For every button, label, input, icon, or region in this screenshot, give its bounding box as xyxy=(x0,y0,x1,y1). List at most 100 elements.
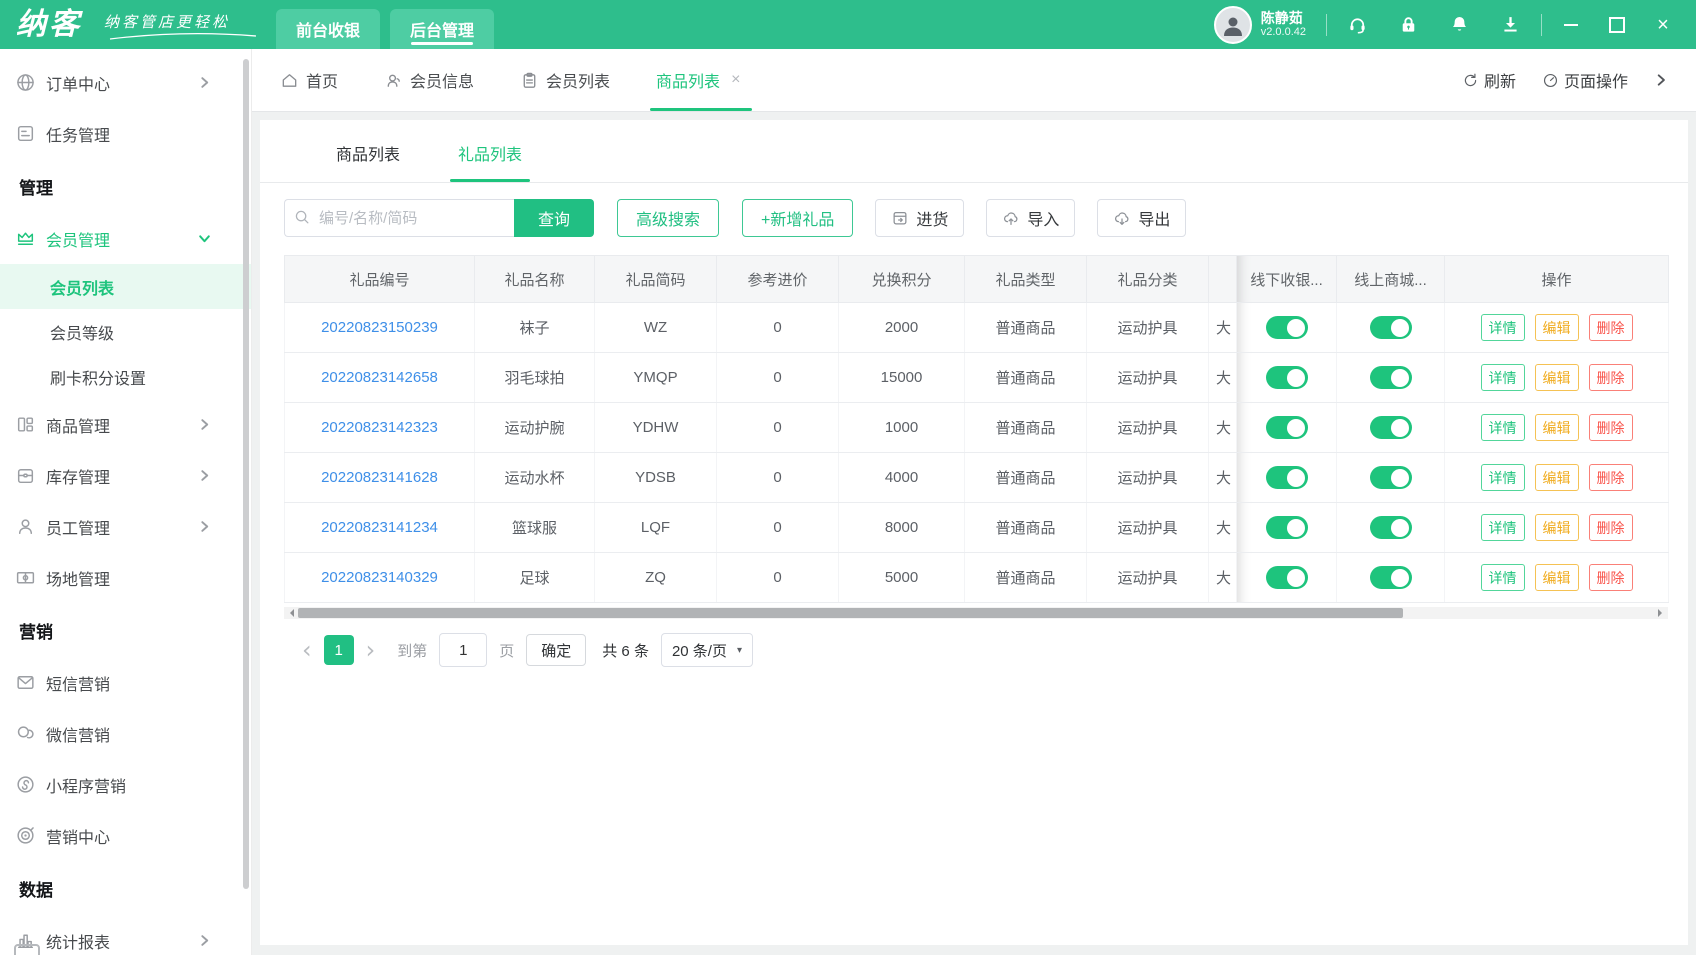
sidebar-item[interactable]: 订单中心 xyxy=(0,57,251,108)
offline-cashier-toggle[interactable] xyxy=(1266,466,1308,489)
purchase-button[interactable]: 进货 xyxy=(875,199,964,237)
delete-button[interactable]: 删除 xyxy=(1589,314,1633,341)
offline-toggle-cell xyxy=(1237,403,1337,453)
breadcrumb-tab[interactable]: 会员列表 xyxy=(520,49,610,111)
online-mall-toggle[interactable] xyxy=(1370,516,1412,539)
offline-cashier-toggle[interactable] xyxy=(1266,366,1308,389)
detail-button[interactable]: 详情 xyxy=(1481,364,1525,391)
gift-no-link[interactable]: 20220823141234 xyxy=(285,503,475,553)
minimize-button[interactable] xyxy=(1562,16,1580,34)
maximize-button[interactable] xyxy=(1608,16,1626,34)
detail-button[interactable]: 详情 xyxy=(1481,564,1525,591)
detail-button[interactable]: 详情 xyxy=(1481,464,1525,491)
gift-no-link[interactable]: 20220823150239 xyxy=(285,303,475,353)
offline-cashier-toggle[interactable] xyxy=(1266,316,1308,339)
online-mall-toggle[interactable] xyxy=(1370,316,1412,339)
breadcrumb-tab-label: 会员信息 xyxy=(410,68,474,92)
current-page-button[interactable]: 1 xyxy=(324,635,354,665)
avatar[interactable] xyxy=(1214,6,1252,44)
edit-button[interactable]: 编辑 xyxy=(1535,364,1579,391)
export-button[interactable]: 导出 xyxy=(1097,199,1186,237)
sidebar-item[interactable]: 场地管理 xyxy=(0,552,251,603)
detail-button[interactable]: 详情 xyxy=(1481,414,1525,441)
advanced-search-button[interactable]: 高级搜索 xyxy=(617,199,719,237)
tab-gift-list[interactable]: 礼品列表 xyxy=(458,141,522,182)
download-icon[interactable] xyxy=(1500,14,1521,35)
sidebar-item[interactable]: 微信营销 xyxy=(0,708,251,759)
add-gift-button[interactable]: +新增礼品 xyxy=(742,199,853,237)
sidebar-item[interactable]: 短信营销 xyxy=(0,657,251,708)
offline-cashier-toggle[interactable] xyxy=(1266,566,1308,589)
app-logo: 纳客 xyxy=(16,10,82,40)
tab-goods-list[interactable]: 商品列表 xyxy=(336,141,400,182)
edit-button[interactable]: 编辑 xyxy=(1535,464,1579,491)
close-button[interactable]: × xyxy=(1654,16,1672,34)
online-mall-toggle[interactable] xyxy=(1370,366,1412,389)
scrollbar-thumb[interactable] xyxy=(298,608,1403,618)
page-actions-button[interactable]: 页面操作 xyxy=(1542,68,1628,92)
sidebar-item[interactable]: 商品管理 xyxy=(0,399,251,450)
delete-button[interactable]: 删除 xyxy=(1589,414,1633,441)
horizontal-scrollbar[interactable] xyxy=(284,607,1668,619)
bell-icon[interactable] xyxy=(1449,14,1470,35)
window-controls: × xyxy=(1562,16,1672,34)
scroll-left-arrow-icon[interactable] xyxy=(286,609,294,617)
edit-button[interactable]: 编辑 xyxy=(1535,314,1579,341)
ref-price-cell: 0 xyxy=(717,403,839,453)
refresh-button[interactable]: 刷新 xyxy=(1462,68,1516,92)
gift-no-link[interactable]: 20220823142658 xyxy=(285,353,475,403)
gift-type-cell: 普通商品 xyxy=(965,553,1087,603)
breadcrumb-tab[interactable]: 商品列表× xyxy=(656,49,740,111)
gift-no-link[interactable]: 20220823140329 xyxy=(285,553,475,603)
sidebar-subitem[interactable]: 刷卡积分设置 xyxy=(0,354,251,399)
online-mall-toggle[interactable] xyxy=(1370,466,1412,489)
gift-no-link[interactable]: 20220823142323 xyxy=(285,403,475,453)
breadcrumb-tab[interactable]: 会员信息 xyxy=(384,49,474,111)
per-page-select[interactable]: 20 条/页 ▾ xyxy=(661,633,753,667)
edit-button[interactable]: 编辑 xyxy=(1535,414,1579,441)
column-header: 参考进价 xyxy=(717,256,839,303)
edit-button[interactable]: 编辑 xyxy=(1535,514,1579,541)
online-mall-toggle[interactable] xyxy=(1370,566,1412,589)
edit-button[interactable]: 编辑 xyxy=(1535,564,1579,591)
search-button[interactable]: 查询 xyxy=(514,199,594,237)
sidebar-item[interactable]: 员工管理 xyxy=(0,501,251,552)
search-input[interactable] xyxy=(284,199,514,237)
topnav-tab[interactable]: 前台收银 xyxy=(276,9,380,49)
support-icon[interactable] xyxy=(1347,14,1368,35)
offline-cashier-toggle[interactable] xyxy=(1266,516,1308,539)
delete-button[interactable]: 删除 xyxy=(1589,464,1633,491)
goto-page-input[interactable] xyxy=(439,633,487,667)
sidebar-item[interactable]: 任务管理 xyxy=(0,108,251,159)
topnav-tab[interactable]: 后台管理 xyxy=(390,9,494,49)
sidebar-subitem[interactable]: 会员列表 xyxy=(0,264,251,309)
online-mall-toggle[interactable] xyxy=(1370,416,1412,439)
scroll-right-arrow-icon[interactable] xyxy=(1658,609,1666,617)
delete-button[interactable]: 删除 xyxy=(1589,514,1633,541)
points-cell: 8000 xyxy=(839,503,965,553)
delete-button[interactable]: 删除 xyxy=(1589,364,1633,391)
lock-icon[interactable] xyxy=(1398,14,1419,35)
close-tab-icon[interactable]: × xyxy=(731,71,740,89)
sidebar-item[interactable]: 营销中心 xyxy=(0,810,251,861)
sidebar-subitem[interactable]: 会员等级 xyxy=(0,309,251,354)
online-toggle-cell xyxy=(1337,403,1445,453)
delete-button[interactable]: 删除 xyxy=(1589,564,1633,591)
topbar-divider xyxy=(1326,14,1327,36)
import-button[interactable]: 导入 xyxy=(986,199,1075,237)
sidebar-item[interactable]: 小程序营销 xyxy=(0,759,251,810)
sidebar-scrollbar[interactable] xyxy=(243,59,249,889)
gift-no-link[interactable]: 20220823141628 xyxy=(285,453,475,503)
sidebar-item[interactable]: 会员管理 xyxy=(0,213,251,264)
offline-cashier-toggle[interactable] xyxy=(1266,416,1308,439)
prev-page-button[interactable]: ‹ xyxy=(302,640,312,660)
breadcrumb-tab[interactable]: 首页 xyxy=(280,49,338,111)
user-block[interactable]: 陈静茹 v2.0.0.42 xyxy=(1214,6,1306,44)
detail-button[interactable]: 详情 xyxy=(1481,514,1525,541)
chevron-right-icon[interactable] xyxy=(1654,73,1668,87)
sidebar-item[interactable]: 库存管理 xyxy=(0,450,251,501)
next-page-button[interactable]: › xyxy=(366,640,376,660)
confirm-page-button[interactable]: 确定 xyxy=(526,634,586,666)
detail-button[interactable]: 详情 xyxy=(1481,314,1525,341)
per-page-value: 20 条/页 xyxy=(672,640,727,661)
